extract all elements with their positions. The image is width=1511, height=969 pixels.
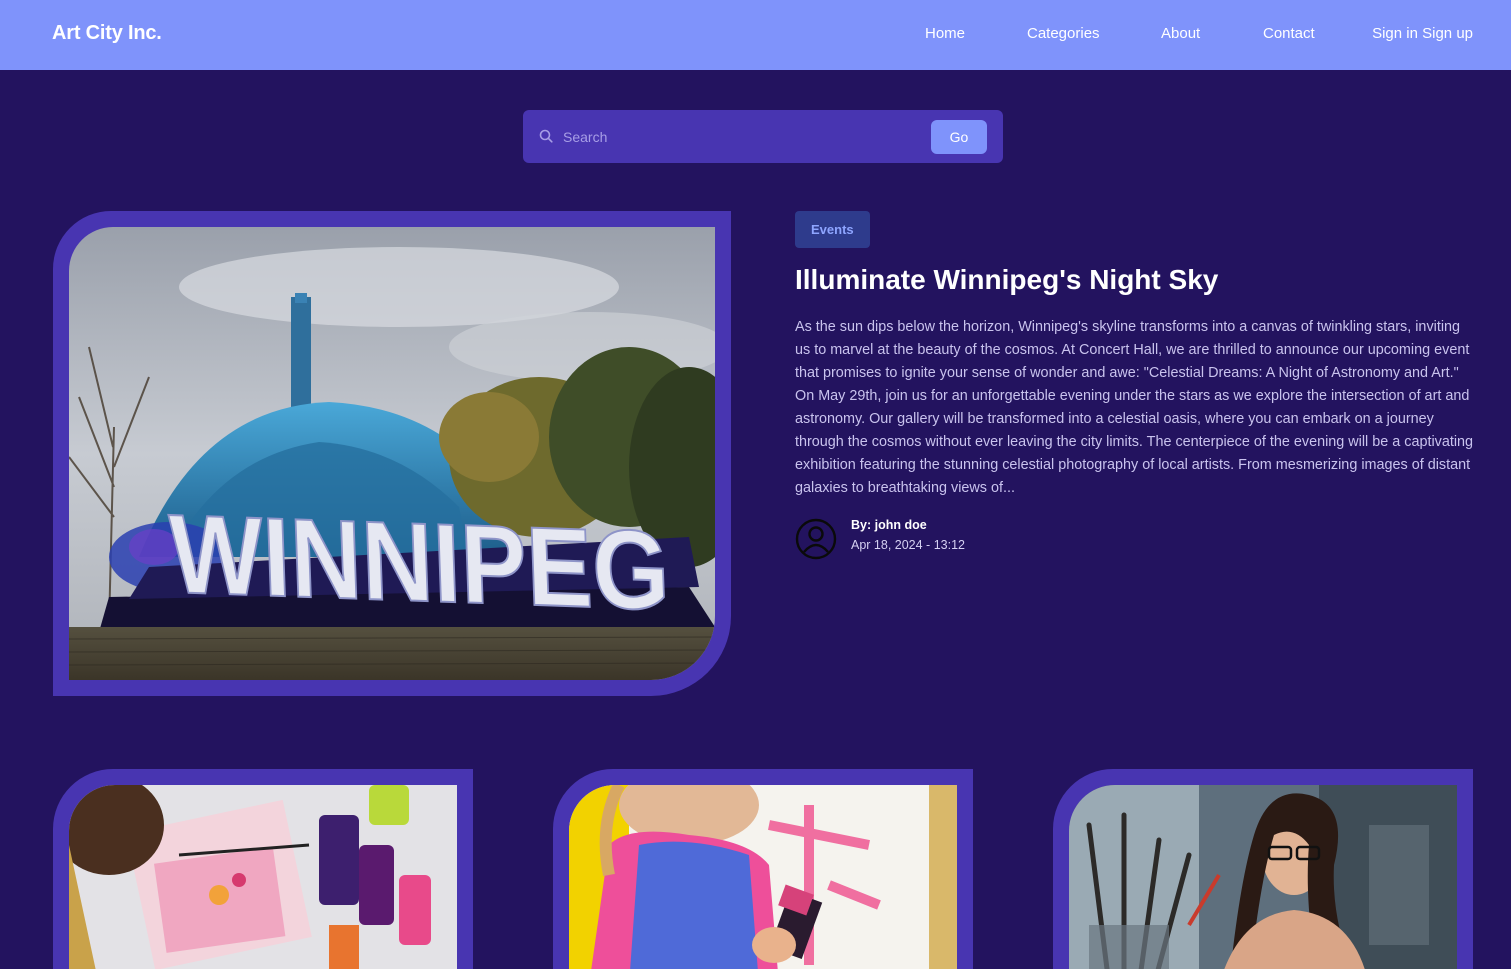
featured-post-image[interactable]: WINNIPEG xyxy=(69,227,715,680)
top-navbar: Art City Inc. Home Categories About Cont… xyxy=(0,0,1511,70)
post-card-3[interactable] xyxy=(1053,769,1473,969)
featured-image-frame: WINNIPEG xyxy=(53,211,731,696)
winnipeg-sign-text: WINNIPEG xyxy=(167,490,671,634)
search-bar: Go xyxy=(523,110,1003,163)
auth-links: Sign in Sign up xyxy=(1372,25,1473,42)
post-card-1[interactable] xyxy=(53,769,473,969)
featured-post-title[interactable]: Illuminate Winnipeg's Night Sky xyxy=(795,264,1485,296)
search-go-button[interactable]: Go xyxy=(931,120,987,154)
post-card-2-image[interactable] xyxy=(569,785,957,969)
user-circle-icon xyxy=(795,518,837,560)
brand-logo[interactable]: Art City Inc. xyxy=(52,22,162,45)
nav-about[interactable]: About xyxy=(1161,25,1200,42)
search-input[interactable] xyxy=(563,124,943,150)
category-badge-events[interactable]: Events xyxy=(795,211,870,248)
post-card-2[interactable] xyxy=(553,769,973,969)
nav-categories[interactable]: Categories xyxy=(1027,25,1100,42)
post-card-1-image[interactable] xyxy=(69,785,457,969)
sign-in-link[interactable]: Sign in xyxy=(1372,25,1418,42)
post-card-3-image[interactable] xyxy=(1069,785,1457,969)
featured-post-excerpt: As the sun dips below the horizon, Winni… xyxy=(795,319,1474,496)
nav-home[interactable]: Home xyxy=(925,25,965,42)
search-icon xyxy=(539,129,553,143)
nav-contact[interactable]: Contact xyxy=(1263,25,1315,42)
post-author: By: john doe xyxy=(851,518,927,532)
post-date: Apr 18, 2024 - 13:12 xyxy=(851,538,965,552)
sign-up-link[interactable]: Sign up xyxy=(1422,25,1473,42)
